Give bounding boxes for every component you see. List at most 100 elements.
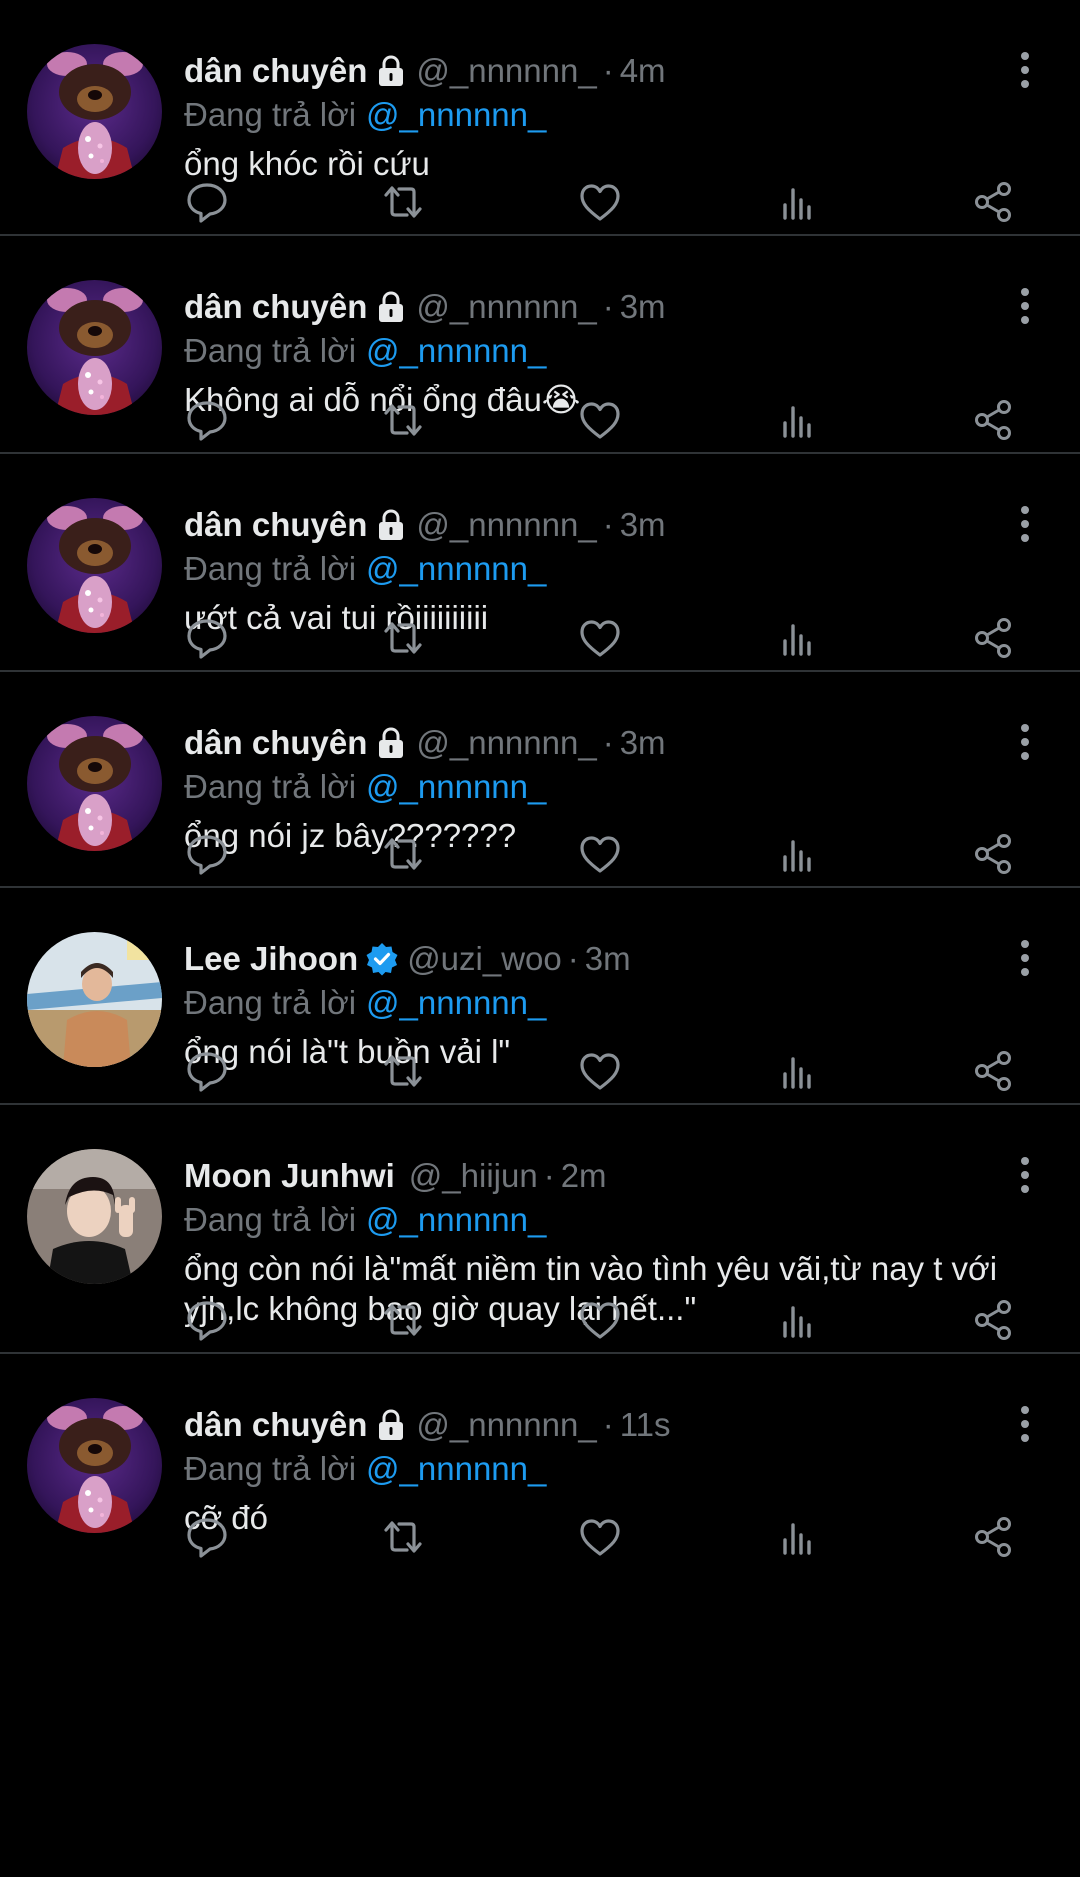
views-icon[interactable]: [773, 614, 821, 662]
like-icon[interactable]: [576, 1047, 624, 1095]
avatar-dog-filter[interactable]: [27, 280, 162, 415]
avatar-person-selfie[interactable]: [27, 1149, 162, 1284]
tweet[interactable]: Lee Jihoon @uzi_woo · 3m Đang trả lời @_n…: [0, 888, 1080, 1105]
timestamp[interactable]: 2m: [561, 1153, 607, 1199]
timestamp[interactable]: 3m: [620, 720, 666, 766]
author-handle[interactable]: @_nnnnnn_: [416, 48, 596, 94]
tweet[interactable]: dân chuyên @_nnnnnn_ · 3m Đang trả lời @_…: [0, 672, 1080, 888]
share-icon[interactable]: [970, 1047, 1018, 1095]
retweet-icon[interactable]: [379, 178, 427, 226]
retweet-icon[interactable]: [379, 830, 427, 878]
retweet-icon[interactable]: [379, 1296, 427, 1344]
more-options-icon[interactable]: [1010, 502, 1040, 546]
tweet-actions: [0, 178, 1080, 232]
share-icon[interactable]: [970, 396, 1018, 444]
author-name[interactable]: dân chuyên: [184, 720, 367, 766]
separator-dot: ·: [543, 1157, 555, 1194]
retweet-icon[interactable]: [379, 1047, 427, 1095]
timestamp[interactable]: 3m: [620, 284, 666, 330]
replying-to-label: Đang trả lời: [184, 984, 357, 1021]
reply-icon[interactable]: [183, 396, 231, 444]
author-name[interactable]: dân chuyên: [184, 1402, 367, 1448]
share-icon[interactable]: [970, 830, 1018, 878]
separator-dot: ·: [602, 506, 614, 543]
views-icon[interactable]: [773, 178, 821, 226]
tweet-header: Moon Junhwi @_hiijun · 2m: [184, 1153, 607, 1199]
like-icon[interactable]: [576, 1296, 624, 1344]
reply-target-link[interactable]: @_nnnnnn_: [366, 768, 546, 805]
more-options-icon[interactable]: [1010, 284, 1040, 328]
retweet-icon[interactable]: [379, 396, 427, 444]
views-icon[interactable]: [773, 1513, 821, 1561]
reply-icon[interactable]: [183, 1296, 231, 1344]
reply-target-link[interactable]: @_nnnnnn_: [366, 332, 546, 369]
tweet[interactable]: dân chuyên @_nnnnnn_ · 3m Đang trả lời @_…: [0, 454, 1080, 672]
author-name[interactable]: dân chuyên: [184, 284, 367, 330]
tweet[interactable]: dân chuyên @_nnnnnn_ · 3m Đang trả lời @_…: [0, 236, 1080, 454]
reply-target-link[interactable]: @_nnnnnn_: [366, 984, 546, 1021]
tweet-actions: [0, 830, 1080, 884]
reply-icon[interactable]: [183, 614, 231, 662]
retweet-icon[interactable]: [379, 1513, 427, 1561]
tweet-actions: [0, 1513, 1080, 1567]
reply-icon[interactable]: [183, 1047, 231, 1095]
retweet-icon[interactable]: [379, 614, 427, 662]
separator-dot: ·: [567, 940, 579, 977]
author-handle[interactable]: @_nnnnnn_: [416, 1402, 596, 1448]
lock-icon: [374, 1408, 408, 1442]
author-name[interactable]: Moon Junhwi: [184, 1153, 395, 1199]
timestamp[interactable]: 11s: [620, 1402, 671, 1448]
author-handle[interactable]: @uzi_woo: [407, 936, 562, 982]
more-options-icon[interactable]: [1010, 1153, 1040, 1197]
author-handle[interactable]: @_nnnnnn_: [416, 284, 596, 330]
more-options-icon[interactable]: [1010, 1402, 1040, 1446]
more-options-icon[interactable]: [1010, 48, 1040, 92]
share-icon[interactable]: [970, 1513, 1018, 1561]
reply-target-link[interactable]: @_nnnnnn_: [366, 96, 546, 133]
tweet[interactable]: dân chuyên @_nnnnnn_ · 11s Đang trả lời @…: [0, 1354, 1080, 1877]
lock-icon: [374, 54, 408, 88]
reply-icon[interactable]: [183, 1513, 231, 1561]
share-icon[interactable]: [970, 614, 1018, 662]
timestamp[interactable]: 4m: [620, 48, 666, 94]
views-icon[interactable]: [773, 1047, 821, 1095]
tweet[interactable]: Moon Junhwi @_hiijun · 2m Đang trả lời @_…: [0, 1105, 1080, 1354]
share-icon[interactable]: [970, 178, 1018, 226]
tweet-header: dân chuyên @_nnnnnn_ · 3m: [184, 284, 666, 330]
reply-icon[interactable]: [183, 830, 231, 878]
author-handle[interactable]: @_hiijun: [409, 1153, 538, 1199]
replying-to: Đang trả lời @_nnnnnn_: [184, 546, 546, 592]
avatar-dog-filter[interactable]: [27, 498, 162, 633]
like-icon[interactable]: [576, 396, 624, 444]
more-options-icon[interactable]: [1010, 936, 1040, 980]
like-icon[interactable]: [576, 1513, 624, 1561]
author-handle[interactable]: @_nnnnnn_: [416, 720, 596, 766]
replying-to-label: Đang trả lời: [184, 550, 357, 587]
views-icon[interactable]: [773, 830, 821, 878]
like-icon[interactable]: [576, 830, 624, 878]
author-name[interactable]: Lee Jihoon: [184, 936, 358, 982]
lock-icon: [374, 726, 408, 760]
reply-target-link[interactable]: @_nnnnnn_: [366, 550, 546, 587]
views-icon[interactable]: [773, 1296, 821, 1344]
share-icon[interactable]: [970, 1296, 1018, 1344]
replying-to: Đang trả lời @_nnnnnn_: [184, 1197, 546, 1243]
separator-dot: ·: [602, 724, 614, 761]
tweet-header: dân chuyên @_nnnnnn_ · 3m: [184, 502, 666, 548]
views-icon[interactable]: [773, 396, 821, 444]
replying-to: Đang trả lời @_nnnnnn_: [184, 1446, 546, 1492]
avatar-dog-filter[interactable]: [27, 44, 162, 179]
more-options-icon[interactable]: [1010, 720, 1040, 764]
timestamp[interactable]: 3m: [585, 936, 631, 982]
like-icon[interactable]: [576, 614, 624, 662]
author-name[interactable]: dân chuyên: [184, 48, 367, 94]
reply-target-link[interactable]: @_nnnnnn_: [366, 1201, 546, 1238]
tweet[interactable]: dân chuyên @_nnnnnn_ · 4m Đang trả lời @_…: [0, 0, 1080, 236]
author-name[interactable]: dân chuyên: [184, 502, 367, 548]
author-handle[interactable]: @_nnnnnn_: [416, 502, 596, 548]
replying-to-label: Đang trả lời: [184, 332, 357, 369]
like-icon[interactable]: [576, 178, 624, 226]
reply-target-link[interactable]: @_nnnnnn_: [366, 1450, 546, 1487]
timestamp[interactable]: 3m: [620, 502, 666, 548]
reply-icon[interactable]: [183, 178, 231, 226]
